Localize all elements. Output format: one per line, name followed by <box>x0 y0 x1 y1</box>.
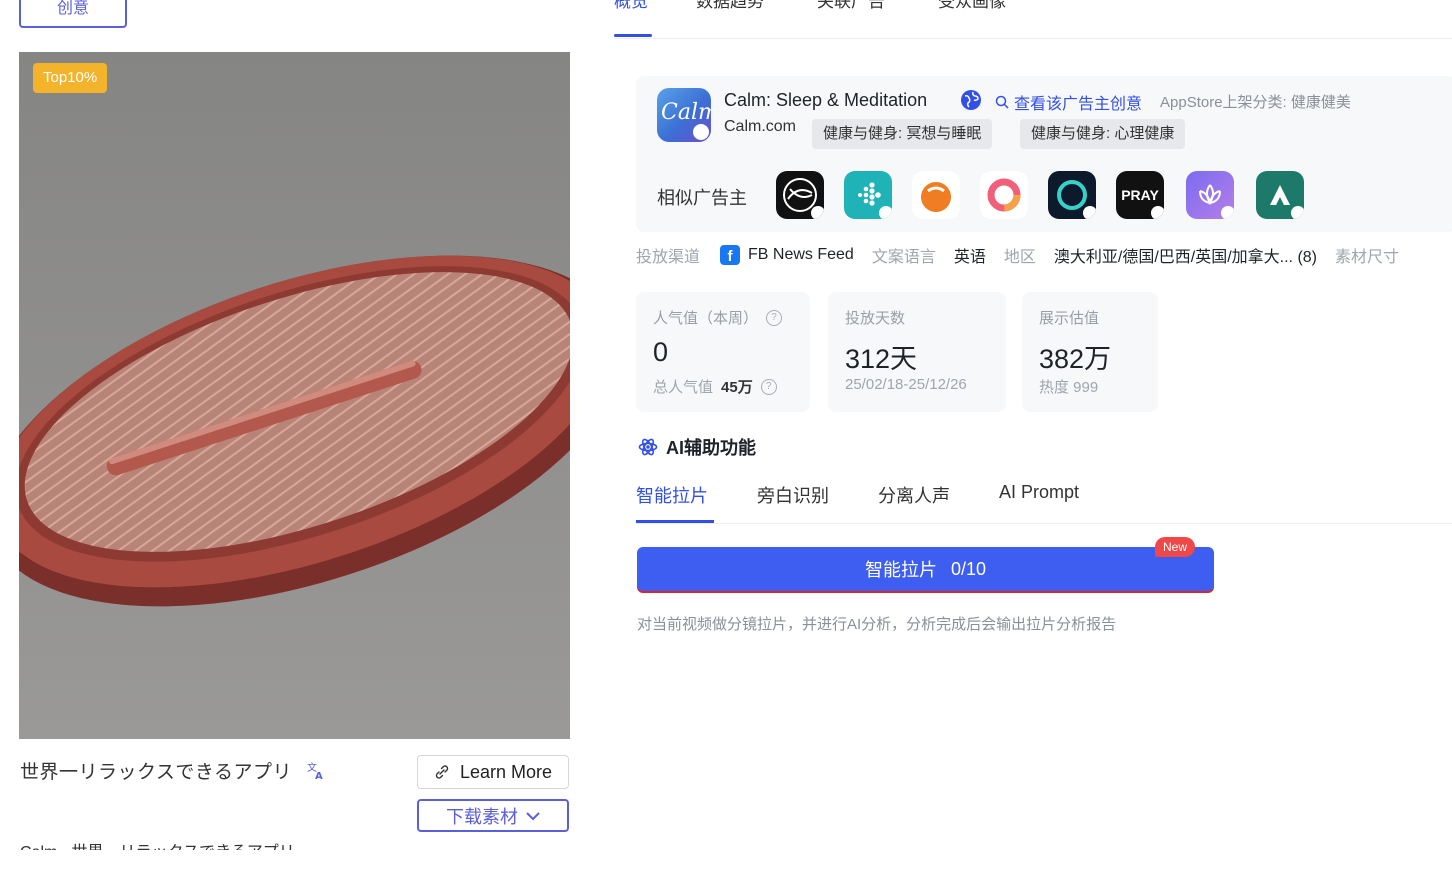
app-name[interactable]: Calm: Sleep & Meditation <box>724 90 927 111</box>
green-a-app-icon[interactable] <box>1256 171 1304 219</box>
download-label: 下载素材 <box>446 806 518 827</box>
globe-icon[interactable] <box>960 89 982 111</box>
download-creative-button[interactable]: 下载素材 <box>417 799 569 832</box>
facebook-icon: f <box>720 245 741 265</box>
delivery-days-value: 312天 <box>845 344 918 374</box>
language-value: 英语 <box>953 249 986 266</box>
impressions-label: 展示估值 <box>1039 310 1100 327</box>
smart-breakdown-label: 智能拉片 <box>864 560 937 580</box>
impressions-value: 382万 <box>1039 344 1112 374</box>
orange-face-app-icon[interactable] <box>912 171 960 219</box>
help-icon[interactable]: ? <box>766 309 783 326</box>
popularity-value: 0 <box>653 337 669 367</box>
svg-text:A: A <box>315 771 323 780</box>
search-icon <box>995 95 1009 109</box>
zen-garden-illustration <box>19 52 570 739</box>
smart-breakdown-count: 0/10 <box>950 558 987 579</box>
dark-swirl-app-icon[interactable] <box>776 171 824 219</box>
smart-breakdown-button[interactable]: 智能拉片 0/10 <box>637 547 1214 591</box>
translate-icon[interactable]: 文 A <box>306 760 326 780</box>
tab-ai-prompt[interactable]: AI Prompt <box>999 482 1079 503</box>
top-rank-badge: Top10% <box>33 63 108 93</box>
heat-value: 热度 999 <box>1039 379 1099 396</box>
view-advertiser-creatives-link[interactable]: 查看该广告主创意 <box>995 90 1142 114</box>
ai-features-heading: AI辅助功能 <box>638 434 756 460</box>
tab-smart-breakdown[interactable]: 智能拉片 <box>636 482 708 508</box>
channel-value: FB News Feed <box>748 246 854 263</box>
ad-caption: 世界一リラックスできるアプリ <box>20 762 293 783</box>
delivery-days-stat-card: 投放天数 312天 25/02/18-25/12/26 <box>828 292 1006 412</box>
tab-voice-separation[interactable]: 分离人声 <box>878 482 950 508</box>
advertiser-domain: Calm.com <box>724 118 797 135</box>
popularity-stat-card: 人气值（本周）? 0 总人气值 45万? <box>636 292 810 412</box>
size-label: 素材尺寸 <box>1335 249 1400 266</box>
category-tag: 健康与健身: 心理健康 <box>1020 119 1186 149</box>
pray-app-icon[interactable]: PRAY <box>1116 171 1164 219</box>
popularity-total-label: 总人气值 <box>653 379 714 396</box>
delivery-meta-row: 投放渠道 f FB News Feed 文案语言 英语 地区 澳大利亚/德国/巴… <box>636 243 1399 267</box>
region-value[interactable]: 澳大利亚/德国/巴西/英国/加拿大... (8) <box>1054 243 1317 267</box>
next-item-caption: Calm - 世界一リラックスできるアプリ <box>20 836 380 850</box>
tab-narration-recognition[interactable]: 旁白识别 <box>757 482 829 508</box>
category-tag: 健康与健身: 冥想与睡眠 <box>812 119 993 149</box>
region-label: 地区 <box>1003 249 1036 266</box>
atom-icon <box>638 438 658 456</box>
calm-app-icon[interactable]: Calm <box>657 88 711 142</box>
learn-more-button[interactable]: Learn More <box>417 755 569 789</box>
ai-tab-bar: 智能拉片 旁白识别 分离人声 AI Prompt <box>636 470 1452 524</box>
ai-features-title: AI辅助功能 <box>666 438 756 458</box>
link-icon <box>435 765 449 779</box>
language-label: 文案语言 <box>871 249 936 266</box>
popularity-label: 人气值（本周） <box>653 310 759 327</box>
smart-breakdown-description: 对当前视频做分镜拉片，并进行AI分析，分析完成后会输出拉片分析报告 <box>637 616 1117 633</box>
popularity-total-value: 45万 <box>721 379 753 396</box>
tab-data-trend[interactable]: 数据趋势 <box>696 0 764 22</box>
apple-icon <box>693 124 709 140</box>
delivery-date-range: 25/02/18-25/12/26 <box>845 376 967 393</box>
new-badge: New <box>1155 537 1196 557</box>
fitbit-app-icon[interactable] <box>844 171 892 219</box>
appstore-category: AppStore上架分类: 健康健美 <box>1160 94 1351 111</box>
similar-advertisers-label: 相似广告主 <box>657 188 747 208</box>
active-tab-indicator <box>614 34 652 37</box>
ad-creative-image[interactable] <box>19 52 570 739</box>
tab-overview[interactable]: 概览 <box>614 0 648 22</box>
view-creatives-label: 查看该广告主创意 <box>1014 96 1143 113</box>
tab-audience[interactable]: 受众画像 <box>938 0 1006 22</box>
help-icon[interactable]: ? <box>760 378 777 395</box>
active-tab-indicator <box>636 520 714 523</box>
purple-lotus-app-icon[interactable] <box>1186 171 1234 219</box>
top-tab-bar: 概览 数据趋势 关联广告 受众画像 <box>614 0 1452 39</box>
impressions-stat-card: 展示估值 382万 热度 999 <box>1022 292 1158 412</box>
tab-related-ads[interactable]: 关联广告 <box>817 0 885 22</box>
learn-more-label: Learn More <box>459 761 553 782</box>
delivery-days-label: 投放天数 <box>845 310 906 327</box>
create-button[interactable]: 创意 <box>19 0 127 28</box>
teal-ring-app-icon[interactable] <box>1048 171 1096 219</box>
channel-label: 投放渠道 <box>636 249 701 266</box>
pink-ring-app-icon[interactable] <box>980 171 1028 219</box>
chevron-down-icon <box>526 811 540 820</box>
